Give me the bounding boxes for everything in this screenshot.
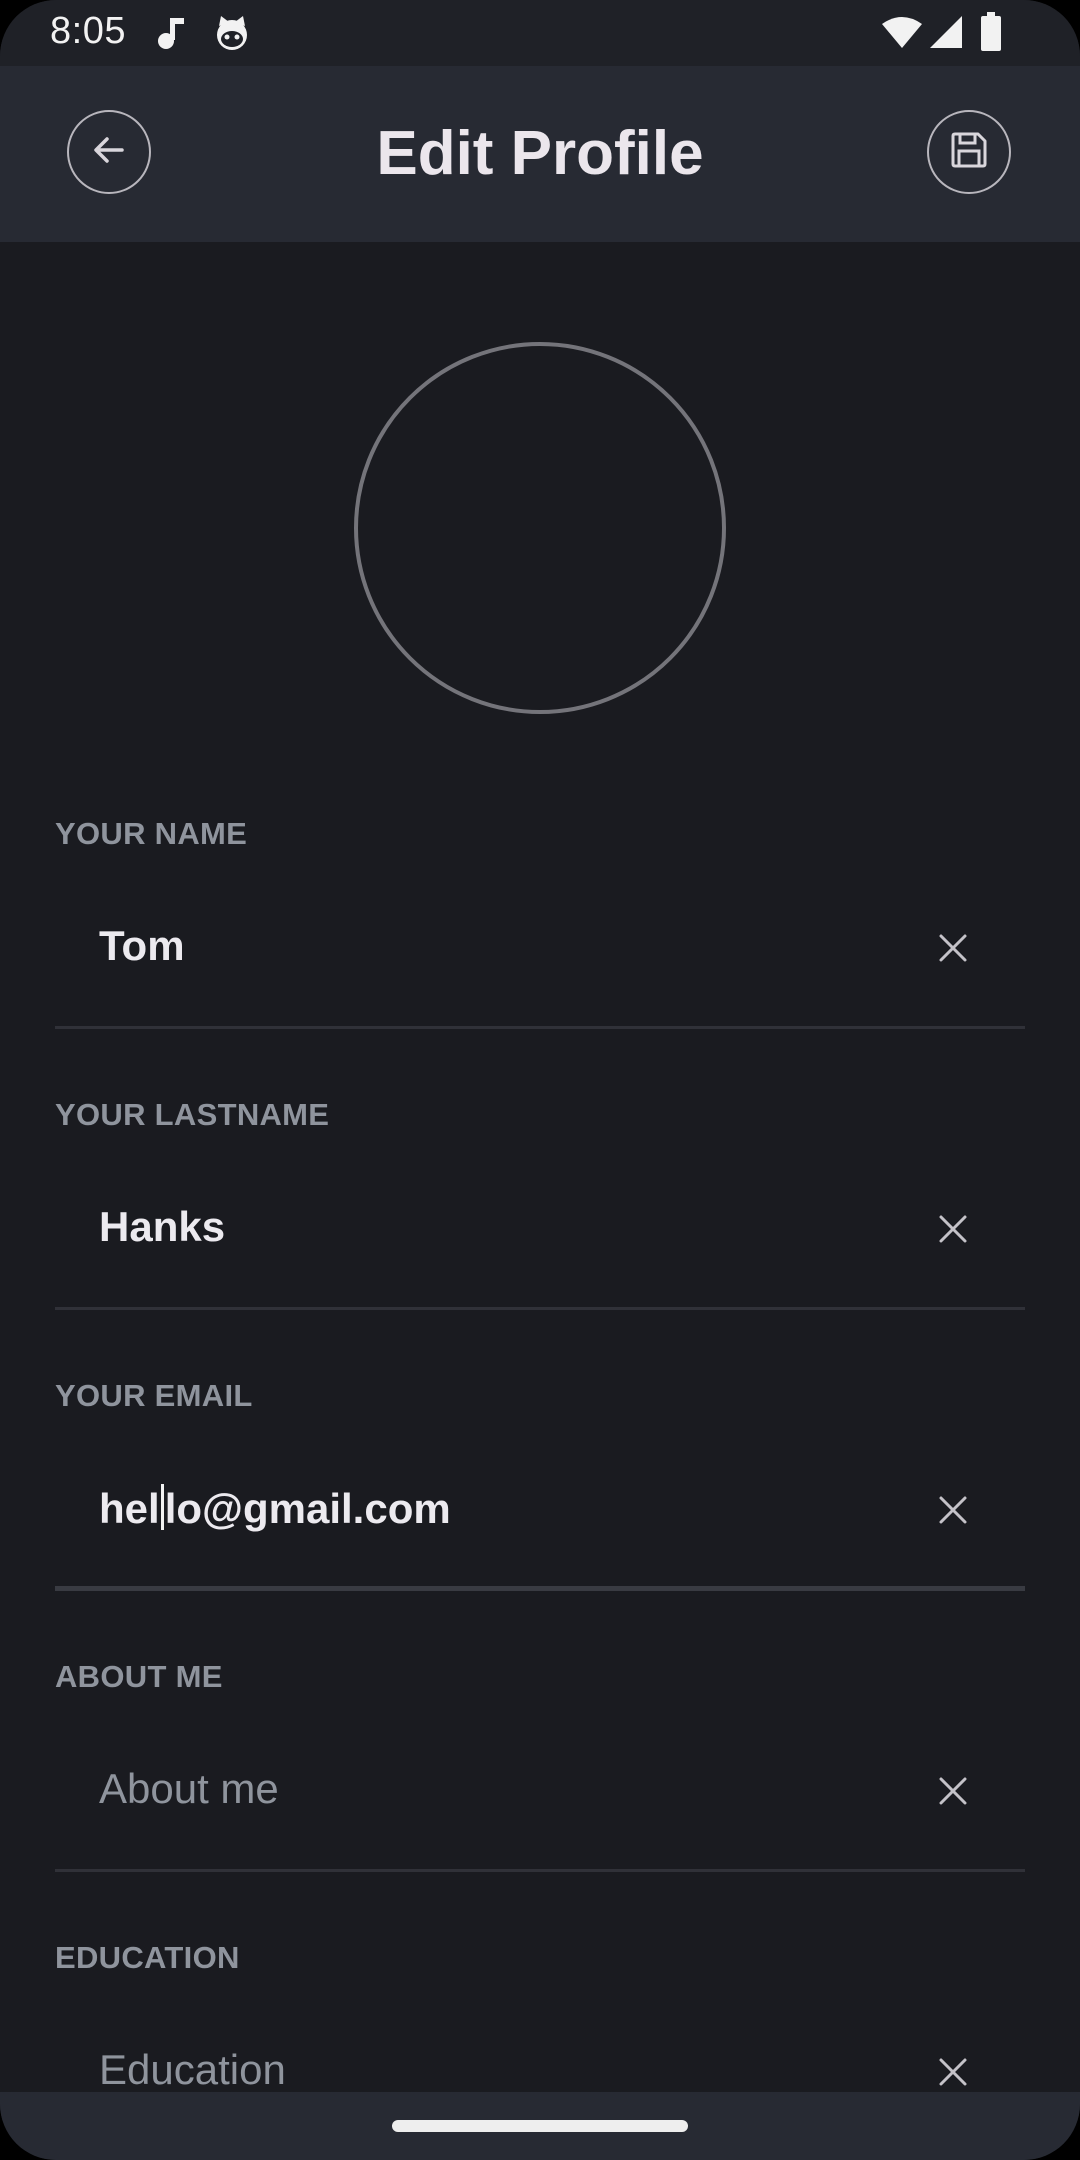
about-placeholder[interactable]: About me [99,1765,279,1813]
name-divider [55,1026,1025,1029]
lastname-field[interactable]: Hanks [55,1177,1025,1287]
close-icon[interactable] [933,2052,973,2092]
music-note-icon [154,14,188,57]
email-value-after-caret: lo@gmail.com [164,1485,451,1532]
about-divider [55,1869,1025,1872]
about-label: ABOUT ME [55,1659,223,1694]
signal-icon [928,16,964,55]
education-label: EDUCATION [55,1940,240,1975]
cat-face-icon [213,14,251,57]
save-button[interactable] [927,110,1011,194]
name-label: YOUR NAME [55,816,248,851]
email-divider [55,1586,1025,1591]
name-field[interactable]: Tom [55,896,1025,1006]
education-placeholder[interactable]: Education [99,2046,286,2094]
status-time: 8:05 [50,10,126,52]
navigation-bar [0,2092,1080,2160]
avatar[interactable] [354,342,726,714]
email-value[interactable]: hel lo@gmail.com [99,1484,451,1533]
lastname-label: YOUR LASTNAME [55,1097,330,1132]
close-icon[interactable] [933,1490,973,1530]
screen: 8:05 Edit Profile YOUR NAME Tom YOUR LAS… [0,0,1080,2160]
wifi-icon [880,16,924,55]
email-label: YOUR EMAIL [55,1378,253,1413]
email-field[interactable]: hel lo@gmail.com [55,1458,1025,1568]
app-bar: Edit Profile [0,66,1080,242]
lastname-divider [55,1307,1025,1310]
close-icon[interactable] [933,1771,973,1811]
battery-icon [980,12,1002,57]
status-bar: 8:05 [0,0,1080,66]
close-icon[interactable] [933,928,973,968]
lastname-value[interactable]: Hanks [99,1203,225,1251]
name-value[interactable]: Tom [99,922,185,970]
text-caret [160,1484,164,1530]
floppy-disk-icon [947,128,991,177]
home-gesture-handle[interactable] [392,2120,688,2132]
page-title: Edit Profile [376,119,704,188]
about-field[interactable]: About me [55,1739,1025,1849]
email-value-before-caret: hel [99,1485,160,1532]
close-icon[interactable] [933,1209,973,1249]
